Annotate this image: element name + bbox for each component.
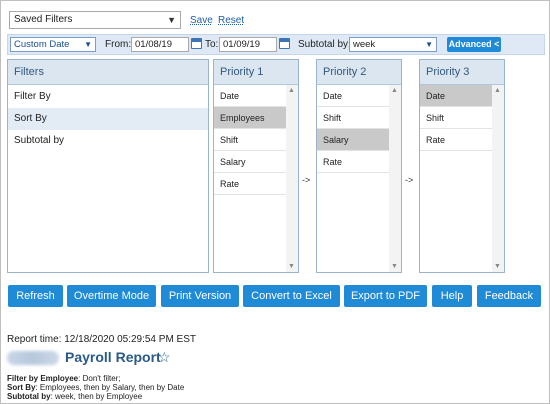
priority-1-item[interactable]: Shift [214,129,286,151]
priority-2-item[interactable]: Date [317,85,389,107]
favorite-star-icon[interactable]: ☆ [158,349,171,366]
advanced-button[interactable]: Advanced < [447,37,501,52]
priority-1-item[interactable]: Salary [214,151,286,173]
move-arrow[interactable]: -> [405,175,413,185]
to-date-input[interactable]: 01/09/19 [219,37,277,52]
calendar-icon[interactable] [191,38,202,49]
chevron-down-icon: ▼ [167,15,176,25]
priority-1-list: Date Employees Shift Salary Rate [214,85,287,271]
feedback-button[interactable]: Feedback [477,285,541,307]
subtotal-value: week [353,39,376,50]
convert-to-excel-button[interactable]: Convert to Excel [243,285,340,307]
priority-2-item[interactable]: Rate [317,151,389,173]
scroll-up-icon[interactable]: ▲ [288,87,295,94]
from-date-value: 01/08/19 [135,39,172,50]
to-date-value: 01/09/19 [223,39,260,50]
filters-panel: Filters Filter By Sort By Subtotal by [7,59,209,273]
priority-1-header: Priority 1 [214,60,298,85]
priority-2-header: Priority 2 [317,60,401,85]
save-link[interactable]: Save [190,15,213,26]
priority-1-item[interactable]: Rate [214,173,286,195]
refresh-button[interactable]: Refresh [8,285,63,307]
priority-2-item[interactable]: Shift [317,107,389,129]
calendar-icon[interactable] [279,38,290,49]
reset-link[interactable]: Reset [218,15,244,26]
priority-1-item[interactable]: Employees [214,107,286,129]
priority-1-panel: Priority 1 Date Employees Shift Salary R… [213,59,299,273]
subtotal-select[interactable]: week ▼ [349,37,437,52]
filter-item-subtotal-by[interactable]: Subtotal by [8,130,208,152]
priority-2-list: Date Shift Salary Rate [317,85,390,271]
sort-summary: Sort By: Employees, then by Salary, then… [7,383,184,392]
filter-by-value: : Don't filter; [78,374,121,383]
subtotal-by-label: Subtotal by [7,392,51,401]
overtime-mode-button[interactable]: Overtime Mode [67,285,156,307]
to-label: To: [205,39,219,50]
saved-filters-select[interactable]: Saved Filters ▼ [9,11,181,29]
priority-3-item[interactable]: Date [420,85,492,107]
chevron-down-icon: ▼ [84,40,92,49]
filter-summary: Filter by Employee: Don't filter; [7,374,121,383]
sort-by-label: Sort By [7,383,36,392]
report-time: Report time: 12/18/2020 05:29:54 PM EST [7,334,196,345]
priority-2-panel: Priority 2 Date Shift Salary Rate ▲ ▼ [316,59,402,273]
priority-3-panel: Priority 3 Date Shift Rate ▲ ▼ [419,59,505,273]
scroll-up-icon[interactable]: ▲ [494,87,501,94]
from-label: From: [105,39,132,50]
priority-3-header: Priority 3 [420,60,504,85]
redacted-company-name [7,351,59,365]
date-range-value: Custom Date [14,39,70,50]
date-filter-bar: Custom Date ▼ From: 01/08/19 To: 01/09/1… [7,34,545,55]
subtotal-label: Subtotal by: [298,39,351,50]
priority-2-scrollbar[interactable]: ▲ ▼ [389,85,401,272]
report-title: Payroll Report [65,349,161,365]
priority-3-item[interactable]: Shift [420,107,492,129]
move-arrow[interactable]: -> [302,175,310,185]
filter-by-label: Filter by Employee [7,374,79,383]
priority-3-scrollbar[interactable]: ▲ ▼ [492,85,504,272]
priority-1-item[interactable]: Date [214,85,286,107]
date-range-select[interactable]: Custom Date ▼ [10,37,96,52]
priority-3-item[interactable]: Rate [420,129,492,151]
priority-1-scrollbar[interactable]: ▲ ▼ [286,85,298,272]
filter-item-filter-by[interactable]: Filter By [8,86,208,108]
scroll-up-icon[interactable]: ▲ [391,87,398,94]
sort-by-value: : Employees, then by Salary, then by Dat… [35,383,185,392]
priority-3-list: Date Shift Rate [420,85,493,271]
scroll-down-icon[interactable]: ▼ [391,263,398,270]
subtotal-by-value: : week, then by Employee [50,392,143,401]
export-to-pdf-button[interactable]: Export to PDF [344,285,427,307]
priority-2-item[interactable]: Salary [317,129,389,151]
saved-filters-value: Saved Filters [14,14,73,25]
scroll-down-icon[interactable]: ▼ [494,263,501,270]
print-version-button[interactable]: Print Version [161,285,239,307]
filters-header: Filters [8,60,208,85]
scroll-down-icon[interactable]: ▼ [288,263,295,270]
chevron-down-icon: ▼ [425,40,433,49]
filter-item-sort-by[interactable]: Sort By [8,108,208,130]
help-button[interactable]: Help [432,285,472,307]
subtotal-summary: Subtotal by: week, then by Employee [7,392,142,401]
from-date-input[interactable]: 01/08/19 [131,37,189,52]
